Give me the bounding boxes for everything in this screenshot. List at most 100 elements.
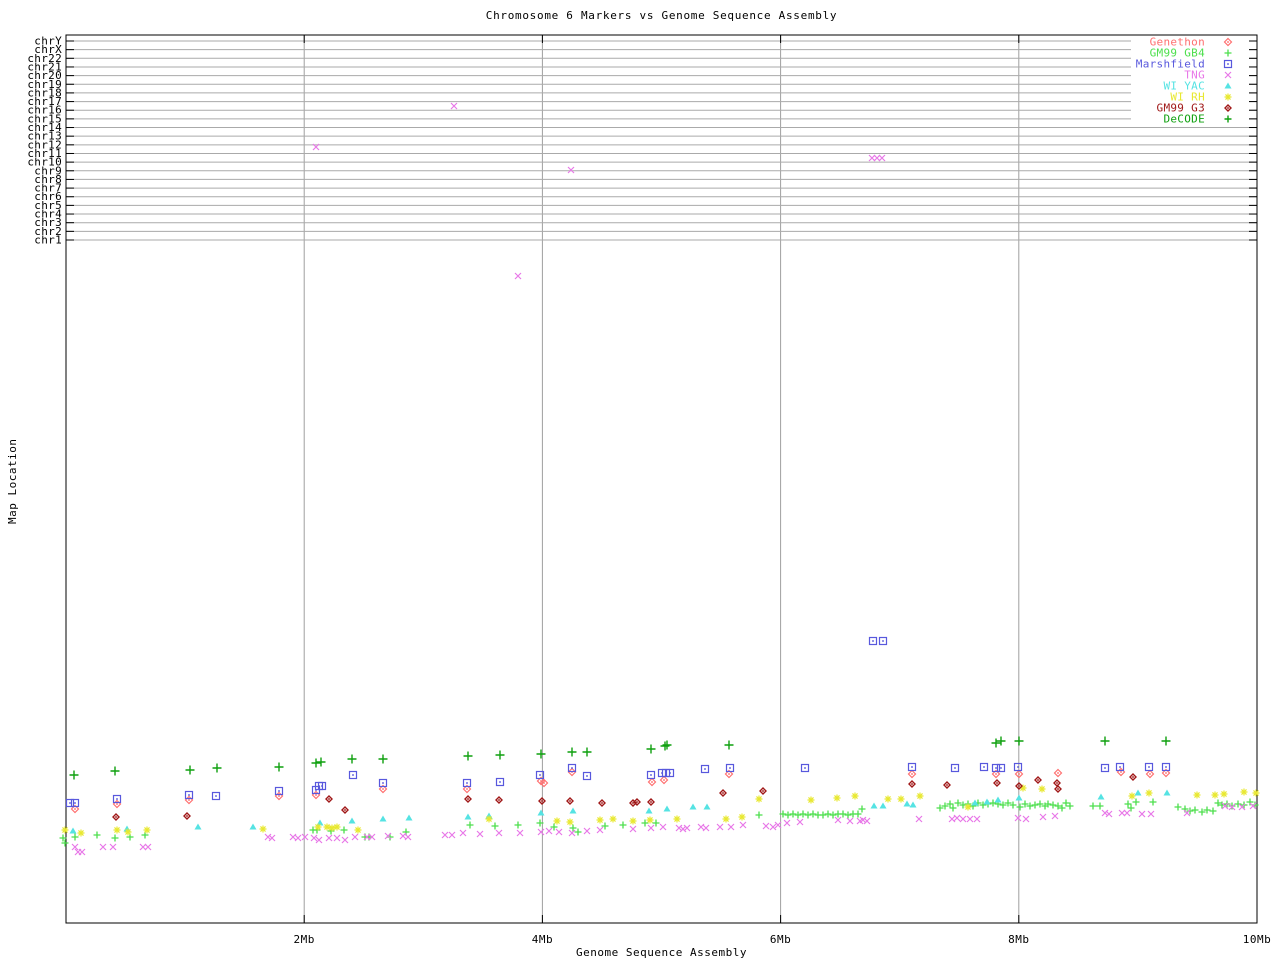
data-point — [689, 803, 697, 810]
data-point — [683, 824, 691, 832]
data-point — [1193, 791, 1201, 799]
data-point — [569, 807, 577, 814]
data-point-dot — [650, 801, 652, 803]
data-point-dot — [382, 788, 384, 790]
data-point — [1100, 736, 1110, 746]
data-point — [1014, 736, 1024, 746]
data-point — [994, 796, 1002, 803]
data-point — [514, 272, 522, 280]
data-point — [739, 821, 747, 829]
data-point — [1014, 814, 1022, 822]
data-point — [69, 770, 79, 780]
data-point-dot — [704, 768, 706, 770]
data-point — [545, 827, 553, 835]
data-point — [450, 102, 458, 110]
data-point — [1234, 800, 1242, 808]
data-point — [463, 751, 473, 761]
data-point-dot — [729, 767, 731, 769]
data-point — [799, 810, 807, 818]
data-point — [1051, 812, 1059, 820]
data-point — [78, 848, 86, 856]
data-point — [839, 810, 847, 818]
data-point — [194, 823, 202, 830]
data-point — [903, 800, 911, 807]
data-point-dot — [669, 772, 671, 774]
data-point — [619, 821, 627, 829]
data-point — [727, 823, 735, 831]
data-point — [863, 817, 871, 825]
data-point-dot — [116, 798, 118, 800]
data-point-dot — [651, 781, 653, 783]
data-point — [514, 821, 522, 829]
data-point-dot — [1057, 772, 1059, 774]
data-point — [274, 762, 284, 772]
data-point — [1097, 793, 1105, 800]
data-point — [660, 741, 670, 751]
data-point-dot — [995, 773, 997, 775]
data-point-dot — [1119, 766, 1121, 768]
data-point — [989, 799, 997, 807]
data-point — [495, 829, 503, 837]
data-point — [466, 821, 474, 829]
data-point — [93, 831, 101, 839]
data-point — [870, 802, 878, 809]
data-point — [646, 744, 656, 754]
data-point-dot — [569, 800, 571, 802]
data-point-dot — [499, 781, 501, 783]
data-point — [1174, 803, 1182, 811]
data-point — [583, 827, 591, 835]
data-point-dot — [1018, 785, 1020, 787]
data-point — [555, 828, 563, 836]
data-point — [1147, 810, 1155, 818]
data-point — [476, 830, 484, 838]
data-point — [464, 813, 472, 820]
data-point-dot — [1057, 788, 1059, 790]
data-point-dot — [804, 767, 806, 769]
data-point — [722, 815, 730, 823]
data-point — [915, 815, 923, 823]
x-tick-label: 10Mb — [1243, 933, 1272, 946]
data-point-dot — [882, 640, 884, 642]
data-point — [1089, 802, 1097, 810]
data-point — [212, 763, 222, 773]
data-point — [807, 796, 815, 804]
data-point-dot — [946, 784, 948, 786]
data-point — [516, 829, 524, 837]
data-point-dot — [1017, 766, 1019, 768]
data-point-dot — [215, 795, 217, 797]
data-point — [259, 825, 267, 833]
data-point — [884, 795, 892, 803]
data-point-dot — [728, 773, 730, 775]
data-point — [804, 811, 812, 819]
scatter-plot: chrYchrXchr22chr21chr20chr19chr18chr17ch… — [27, 34, 1272, 946]
data-point — [796, 818, 804, 826]
data-point — [609, 815, 617, 823]
data-point — [1240, 788, 1248, 796]
data-point — [953, 814, 961, 822]
data-point — [314, 823, 322, 831]
data-point — [333, 823, 341, 831]
data-point-dot — [315, 794, 317, 796]
data-point-dot — [186, 815, 188, 817]
legend-label: DeCODE — [1163, 113, 1205, 126]
data-point — [404, 833, 412, 841]
data-point — [553, 817, 561, 825]
data-point — [755, 795, 763, 803]
data-point — [348, 817, 356, 824]
data-point — [1038, 785, 1046, 793]
data-point-dot — [115, 816, 117, 818]
data-point — [834, 816, 842, 824]
plot-border — [65, 34, 1258, 924]
data-point — [536, 749, 546, 759]
data-point — [379, 815, 387, 822]
data-point-dot — [498, 799, 500, 801]
data-point-dot — [321, 785, 323, 787]
data-point — [973, 815, 981, 823]
data-point — [662, 740, 672, 750]
data-point — [755, 811, 763, 819]
data-point — [268, 834, 276, 842]
data-point-dot — [1018, 773, 1020, 775]
data-point — [854, 810, 862, 818]
data-point — [328, 824, 336, 832]
data-point — [663, 805, 671, 812]
